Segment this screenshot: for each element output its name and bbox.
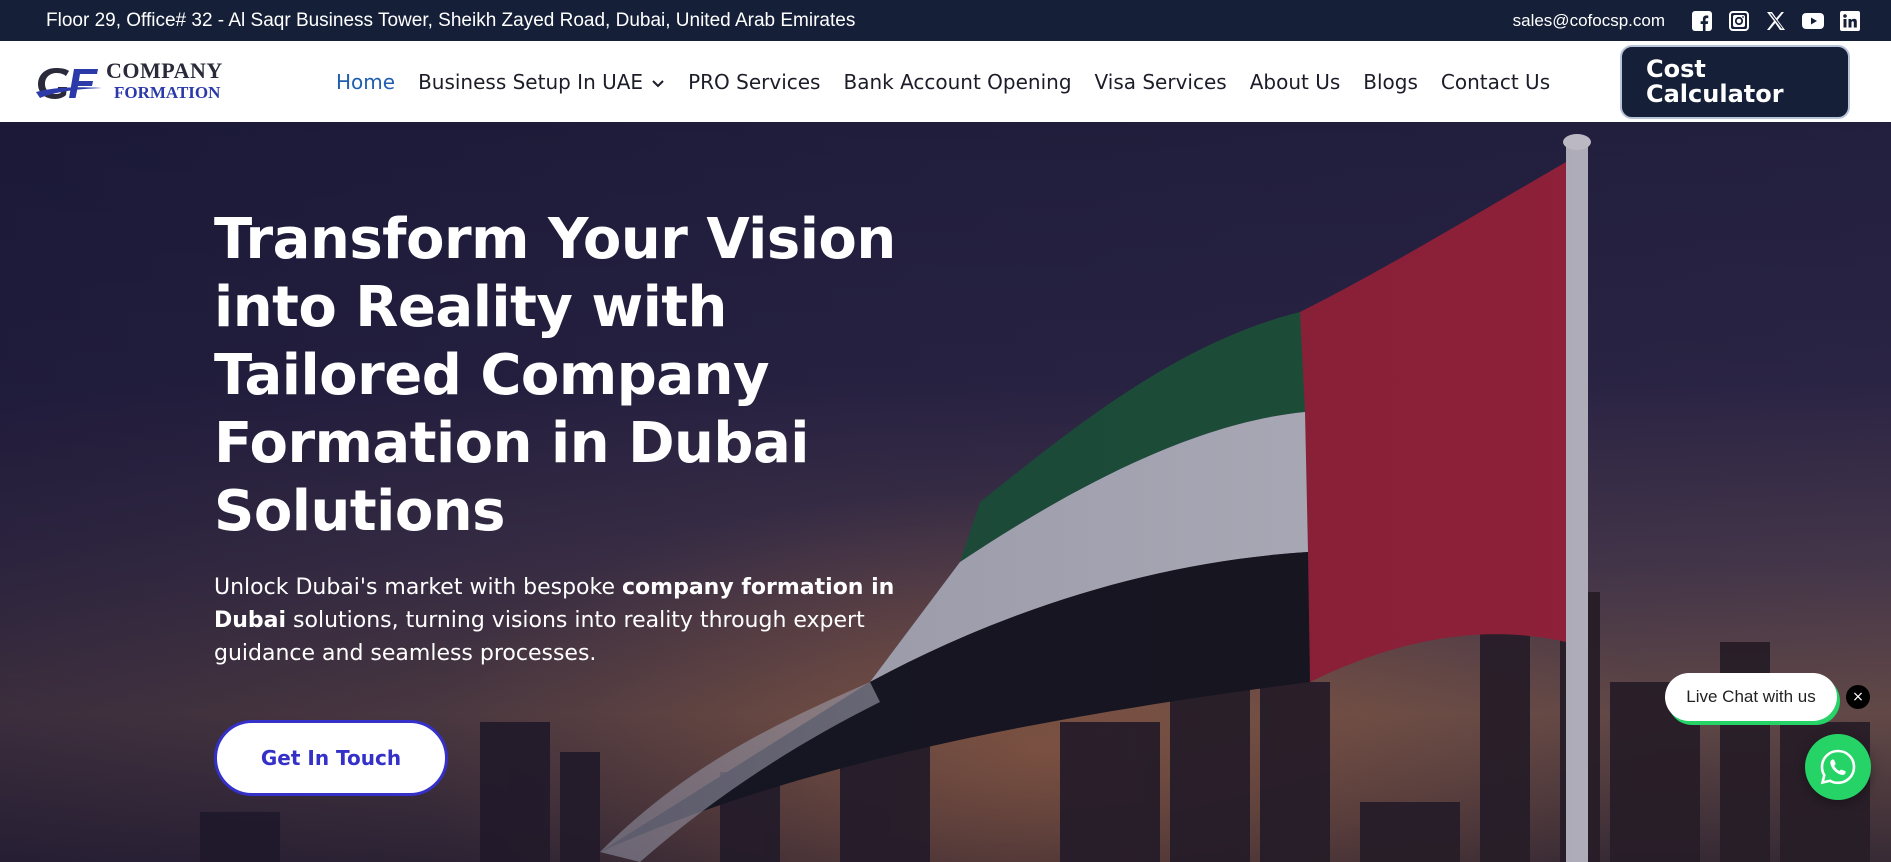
nav-visa-services[interactable]: Visa Services bbox=[1095, 70, 1227, 94]
nav-pro-services[interactable]: PRO Services bbox=[688, 70, 820, 94]
hero-desc-part1: Unlock Dubai's market with bespoke bbox=[214, 575, 622, 600]
close-icon[interactable]: × bbox=[1846, 685, 1870, 709]
whatsapp-icon bbox=[1820, 749, 1856, 785]
nav-business-setup-label: Business Setup In UAE bbox=[418, 69, 644, 94]
social-links bbox=[1691, 10, 1861, 32]
live-chat-bubble[interactable]: Live Chat with us bbox=[1665, 673, 1837, 721]
hero-title: Transform Your Vision into Reality with … bbox=[214, 207, 896, 544]
main-nav: Home Business Setup In UAE PRO Services … bbox=[336, 41, 1573, 122]
company-logo[interactable]: COMPANY FORMATION bbox=[36, 58, 222, 106]
nav-business-setup[interactable]: Business Setup In UAE bbox=[418, 70, 665, 94]
top-bar-right: sales@cofocsp.com bbox=[1513, 10, 1861, 32]
instagram-icon[interactable] bbox=[1728, 10, 1750, 32]
hero-section: Transform Your Vision into Reality with … bbox=[0, 122, 1891, 862]
site-header: COMPANY FORMATION Home Business Setup In… bbox=[0, 41, 1891, 122]
hero-description: Unlock Dubai's market with bespoke compa… bbox=[214, 571, 914, 670]
office-address: Floor 29, Office# 32 - Al Saqr Business … bbox=[46, 9, 856, 31]
chevron-down-icon bbox=[651, 70, 665, 94]
top-bar: Floor 29, Office# 32 - Al Saqr Business … bbox=[0, 0, 1891, 41]
logo-text-company: COMPANY bbox=[106, 58, 223, 83]
nav-blogs[interactable]: Blogs bbox=[1363, 70, 1418, 94]
nav-contact-us[interactable]: Contact Us bbox=[1441, 70, 1550, 94]
x-icon[interactable] bbox=[1765, 10, 1787, 32]
cost-calculator-button[interactable]: Cost Calculator bbox=[1620, 45, 1850, 119]
facebook-icon[interactable] bbox=[1691, 10, 1713, 32]
linkedin-icon[interactable] bbox=[1839, 10, 1861, 32]
hero-desc-part2: solutions, turning visions into reality … bbox=[214, 608, 865, 666]
email-link[interactable]: sales@cofocsp.com bbox=[1513, 11, 1665, 31]
youtube-icon[interactable] bbox=[1802, 10, 1824, 32]
nav-about-us[interactable]: About Us bbox=[1250, 70, 1341, 94]
nav-home[interactable]: Home bbox=[336, 70, 395, 94]
nav-bank-account[interactable]: Bank Account Opening bbox=[843, 70, 1071, 94]
logo-text-formation: FORMATION bbox=[114, 83, 221, 102]
whatsapp-button[interactable] bbox=[1805, 734, 1871, 800]
get-in-touch-button[interactable]: Get In Touch bbox=[214, 720, 448, 796]
logo-mark-icon bbox=[36, 68, 102, 99]
